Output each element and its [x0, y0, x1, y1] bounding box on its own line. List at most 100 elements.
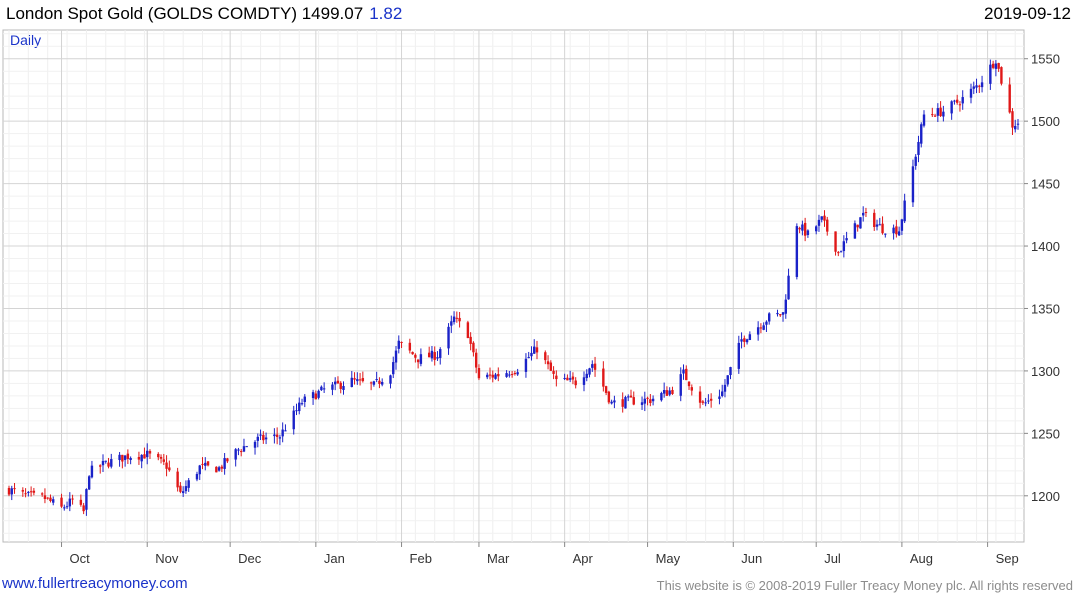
candle-body	[980, 82, 984, 88]
candle-body	[165, 462, 168, 469]
candle-body	[776, 312, 779, 315]
candle-body	[1016, 123, 1020, 125]
x-tick-label: Aug	[910, 551, 933, 566]
candle-body	[82, 505, 85, 512]
candle-body	[975, 85, 978, 88]
candle-body	[721, 391, 724, 396]
candle-body	[414, 354, 417, 358]
candle-body	[823, 215, 826, 221]
candle-body	[245, 446, 248, 448]
candle-body	[978, 85, 981, 87]
candle-body	[729, 367, 732, 376]
candle-body	[842, 241, 846, 252]
candle-body	[798, 227, 801, 230]
candle-body	[300, 403, 304, 405]
candle-body	[803, 222, 807, 236]
candle-body	[68, 498, 72, 507]
candle-body	[544, 352, 547, 361]
candle-body	[510, 374, 514, 376]
candle-body	[486, 374, 489, 378]
candle-body	[217, 467, 221, 471]
candle-body	[497, 373, 500, 377]
candle-body	[104, 460, 107, 462]
x-tick-label: Nov	[155, 551, 179, 566]
y-tick-label: 1200	[1031, 489, 1060, 504]
candle-body	[27, 491, 30, 493]
candle-body	[784, 299, 787, 314]
candle-body	[101, 460, 105, 466]
candle-body	[549, 362, 553, 371]
candle-body	[118, 454, 121, 461]
y-tick-label: 1550	[1031, 52, 1060, 67]
candle-body	[651, 398, 655, 402]
candle-body	[411, 351, 414, 355]
candle-body	[505, 373, 508, 377]
candle-body	[46, 497, 49, 499]
candle-body	[447, 326, 450, 349]
candle-body	[240, 451, 243, 453]
candle-body	[389, 375, 392, 384]
candle-body	[516, 372, 519, 375]
candle-body	[535, 347, 539, 353]
candle-body	[682, 369, 685, 374]
candle-body	[71, 498, 74, 500]
candle-body	[430, 350, 434, 359]
candle-body	[585, 373, 588, 379]
candle-body	[643, 398, 647, 404]
candle-body	[85, 489, 88, 510]
candle-body	[146, 450, 149, 458]
candle-body	[961, 97, 964, 104]
candle-body	[491, 374, 494, 378]
plot-area	[2, 29, 1025, 543]
candle-body	[668, 390, 671, 395]
candle-body	[292, 410, 295, 430]
candle-body	[43, 495, 47, 500]
candle-body	[162, 459, 166, 462]
candle-body	[779, 314, 782, 316]
candle-body	[1014, 125, 1017, 130]
candle-body	[32, 490, 36, 493]
candle-body	[687, 381, 691, 387]
candle-body	[552, 370, 555, 374]
candle-body	[273, 434, 276, 437]
candle-body	[671, 389, 674, 394]
candle-body	[602, 368, 605, 387]
site-link[interactable]: www.fullertreacymoney.com	[2, 575, 188, 592]
candle-body	[942, 111, 945, 117]
candle-body	[972, 86, 975, 89]
candle-body	[530, 352, 533, 357]
candle-body	[707, 400, 710, 402]
x-tick-label: Dec	[238, 551, 262, 566]
candle-body	[242, 446, 246, 452]
candle-body	[593, 363, 597, 370]
candle-body	[726, 375, 729, 385]
candle-body	[358, 379, 362, 381]
candle-body	[168, 467, 171, 471]
candle-body	[314, 393, 318, 400]
candle-body	[768, 313, 771, 322]
candle-body	[806, 230, 810, 235]
x-tick-label: Jan	[324, 551, 345, 566]
candle-body	[1008, 84, 1011, 113]
candle-body	[911, 166, 915, 203]
candle-body	[278, 437, 282, 439]
x-tick-label: Feb	[410, 551, 432, 566]
candle-body	[369, 382, 373, 384]
candle-body	[361, 378, 365, 382]
candle-body	[875, 224, 879, 227]
candle-body	[801, 224, 804, 231]
candle-body	[837, 252, 840, 254]
candle-body	[718, 396, 721, 399]
candle-body	[709, 398, 713, 401]
candle-body	[259, 434, 262, 436]
candle-body	[627, 396, 630, 398]
candle-body	[336, 380, 340, 384]
candle-body	[458, 317, 461, 322]
candle-body	[372, 381, 376, 385]
candle-body	[817, 219, 821, 226]
y-tick-label: 1500	[1031, 114, 1060, 129]
candle-body	[129, 457, 132, 460]
candle-body	[474, 352, 478, 368]
candle-body	[524, 358, 528, 372]
price-chart: Daily 1200 1250 1300 1350 1400 1450 1500 1550 Oct…	[2, 29, 1060, 566]
